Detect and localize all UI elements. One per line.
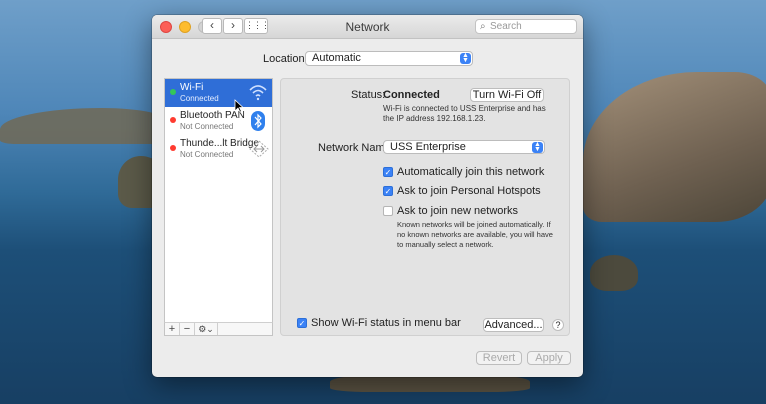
thunderbolt-bridge-icon (248, 139, 269, 159)
status-value: Connected (383, 89, 440, 101)
service-action-menu-button[interactable]: ⚙︎⌄ (195, 323, 218, 335)
desktop-rock (590, 255, 638, 291)
checkbox-label: Ask to join new networks (397, 205, 519, 217)
checkbox-label: Automatically join this network (397, 166, 545, 178)
service-list-toolbar: + − ⚙︎⌄ (164, 322, 273, 336)
service-item-bluetooth-pan[interactable]: Bluetooth PAN Not Connected (165, 107, 272, 135)
checkbox-label: Show Wi-Fi status in menu bar (311, 317, 461, 329)
desktop-island (583, 72, 766, 222)
checkmark-icon: ✓ (297, 318, 307, 328)
service-name: Wi-Fi (180, 82, 204, 93)
network-name-value: USS Enterprise (390, 141, 466, 153)
advanced-button[interactable]: Advanced... (483, 318, 544, 332)
checkmark-icon: ✓ (383, 167, 393, 177)
mouse-pointer-icon (234, 99, 245, 116)
revert-button[interactable]: Revert (476, 351, 522, 365)
service-status: Not Connected (180, 122, 234, 131)
wifi-icon (248, 83, 268, 103)
search-field[interactable]: ⌕ (475, 19, 577, 34)
add-service-button[interactable]: + (165, 323, 180, 335)
status-dot (170, 117, 176, 123)
service-status: Connected (180, 94, 219, 103)
checkbox-label: Ask to join Personal Hotspots (397, 185, 541, 197)
search-icon: ⌕ (480, 21, 486, 32)
search-input[interactable] (490, 20, 574, 33)
join-networks-note: Known networks will be joined automatica… (397, 220, 553, 249)
status-dot (170, 145, 176, 151)
status-dot (170, 89, 176, 95)
location-label: Location: (263, 53, 308, 65)
bluetooth-icon (248, 111, 268, 131)
desktop-island (0, 108, 170, 144)
checkmark-icon: ✓ (383, 186, 393, 196)
popup-arrows-icon: ▲ ▼ (532, 141, 543, 153)
location-value: Automatic (312, 52, 361, 64)
popup-arrows-icon: ▲ ▼ (460, 52, 471, 64)
help-button[interactable]: ? (552, 319, 564, 331)
checkbox-empty (383, 206, 393, 216)
network-name-popup[interactable]: USS Enterprise ▲ ▼ (383, 140, 545, 154)
network-preferences-window: ‹ › ⋮⋮⋮ Network ⌕ Location: Automatic ▲▼… (152, 15, 583, 377)
service-item-thunderbolt-bridge[interactable]: Thunde...lt Bridge Not Connected (165, 135, 272, 163)
status-description: Wi-Fi is connected to USS Enterprise and… (383, 104, 546, 123)
remove-service-button[interactable]: − (180, 323, 195, 335)
title-bar: ‹ › ⋮⋮⋮ Network ⌕ (152, 15, 583, 39)
service-list: Wi-Fi Connected Bluetooth PAN Not Connec… (164, 78, 273, 336)
location-popup[interactable]: Automatic ▲ ▼ (305, 51, 473, 66)
status-label: Status: (351, 89, 386, 101)
apply-button[interactable]: Apply (527, 351, 571, 365)
service-item-wifi[interactable]: Wi-Fi Connected (165, 79, 272, 107)
service-status: Not Connected (180, 150, 234, 159)
turn-wifi-off-button[interactable]: Turn Wi-Fi Off (470, 88, 544, 102)
